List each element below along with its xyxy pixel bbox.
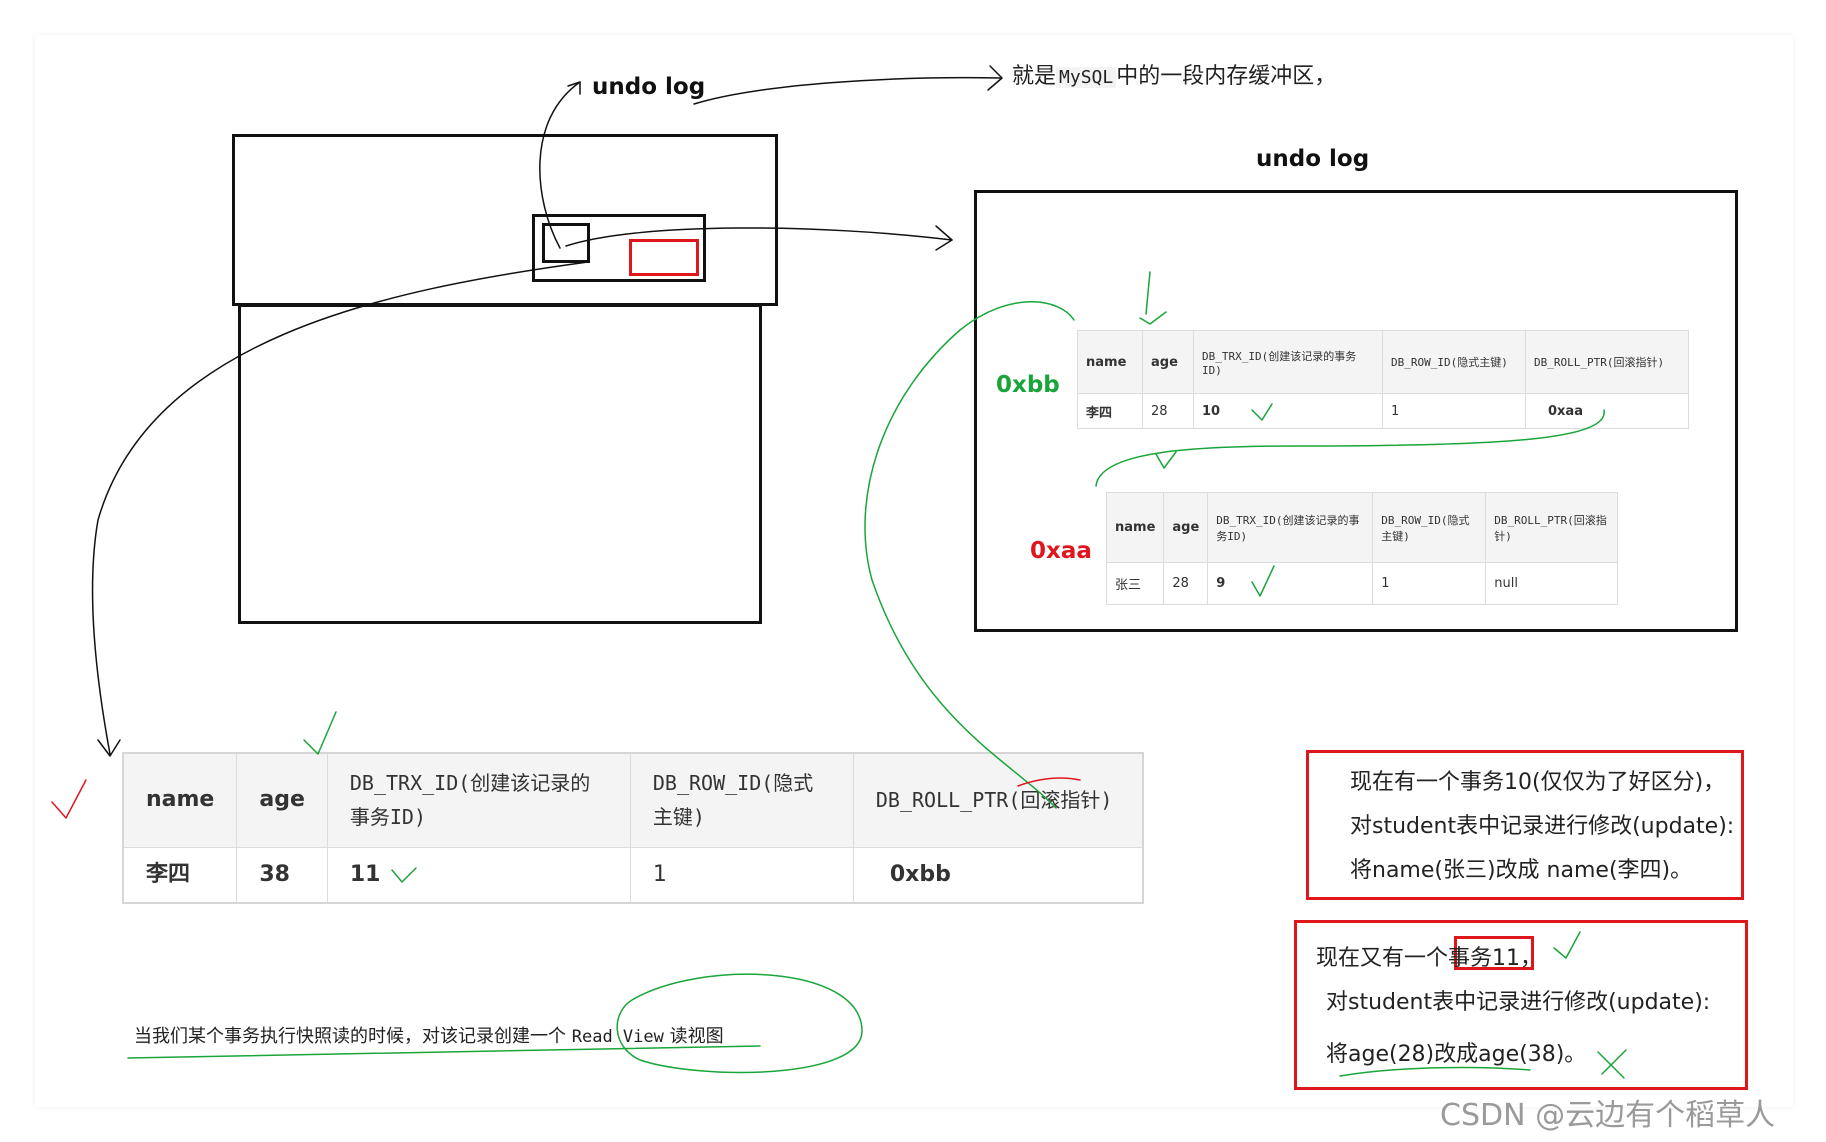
storage-box [238,304,762,624]
header-trx-id: DB_TRX_ID(创建该记录的事务ID) [1193,330,1383,394]
small-red-cell [629,239,699,276]
header-row-id: DB_ROW_ID(隐式主键) [629,752,854,848]
caption-suffix: 读视图 [669,1026,724,1047]
txn10-line-2: 对student表中记录进行修改(update): [1350,814,1735,839]
txn11-line-2: 对student表中记录进行修改(update): [1326,990,1711,1015]
table-row: 李四 38 11 1 0xbb [122,846,1144,903]
undo-record-table-1: name age DB_TRX_ID(创建该记录的事务ID) DB_ROW_ID… [1077,330,1689,429]
header-roll-ptr: DB_ROLL_PTR(回滚指针) [1485,492,1618,563]
memory-buffer-note: 就是 MySQL 中的一段内存缓冲区， [1012,58,1336,90]
cell-name: 张三 [1105,562,1165,605]
top-undo-log-label: undo log [592,74,706,100]
txn10-line-3: 将name(张三)改成 name(李四)。 [1350,858,1693,883]
header-name: name [122,752,238,848]
header-age: age [1142,330,1194,394]
header-roll-ptr: DB_ROLL_PTR(回滚指针) [1525,330,1689,394]
header-trx-id: DB_TRX_ID(创建该记录的事务ID) [1207,492,1374,563]
header-roll-ptr: DB_ROLL_PTR(回滚指针) [852,752,1144,848]
header-name: name [1105,492,1165,563]
cell-name: 李四 [1077,393,1143,429]
cell-age: 38 [236,846,328,903]
txn11-line-1: 现在又有一个事务11， [1316,946,1542,971]
table-row: 李四 28 10 1 0xaa [1077,393,1689,429]
header-row-id: DB_ROW_ID(隐式主键) [1372,492,1487,563]
cell-age: 28 [1142,393,1194,429]
cell-roll-ptr: 0xbb [852,846,1144,903]
txn10-line-1: 现在有一个事务10(仅仅为了好区分)， [1350,770,1726,795]
header-row-id: DB_ROW_ID(隐式主键) [1382,330,1526,394]
small-black-cell [542,223,590,263]
note-suffix: 中的一段内存缓冲区， [1116,64,1337,89]
cell-row-id: 1 [1372,562,1487,605]
txn11-line-3: 将age(28)改成age(38)。 [1326,1042,1587,1067]
cell-trx-id: 11 [326,846,631,903]
table-row: 张三 28 9 1 null [1105,562,1618,605]
csdn-watermark: CSDN @云边有个稻草人 [1440,1098,1776,1133]
cell-roll-ptr: 0xaa [1525,393,1689,429]
undo-record-table-2: name age DB_TRX_ID(创建该记录的事务ID) DB_ROW_ID… [1105,492,1618,605]
cell-roll-ptr: null [1485,562,1618,605]
table-header-row: name age DB_TRX_ID(创建该记录的事务ID) DB_ROW_ID… [122,752,1144,848]
header-name: name [1077,330,1143,394]
caption-code: Read View [571,1027,664,1047]
cell-row-id: 1 [1382,393,1526,429]
header-trx-id: DB_TRX_ID(创建该记录的事务ID) [326,752,631,848]
note-code: MySQL [1056,67,1117,88]
cell-trx-id: 9 [1207,562,1374,605]
cell-trx-id: 10 [1193,393,1383,429]
cell-name: 李四 [122,846,238,903]
undo-log-title: undo log [1256,146,1370,172]
read-view-caption: 当我们某个事务执行快照读的时候，对该记录创建一个 Read View 读视图 [134,1022,724,1048]
caption-text: 当我们某个事务执行快照读的时候，对该记录创建一个 [134,1026,566,1047]
address-0xbb: 0xbb [996,372,1060,398]
table-header-row: name age DB_TRX_ID(创建该记录的事务ID) DB_ROW_ID… [1105,492,1618,563]
current-record-table: name age DB_TRX_ID(创建该记录的事务ID) DB_ROW_ID… [122,752,1144,904]
note-prefix: 就是 [1012,64,1057,89]
cell-row-id: 1 [629,846,854,903]
table-header-row: name age DB_TRX_ID(创建该记录的事务ID) DB_ROW_ID… [1077,330,1689,394]
address-0xaa: 0xaa [1030,538,1092,564]
header-age: age [1163,492,1209,563]
header-age: age [236,752,328,848]
cell-age: 28 [1163,562,1209,605]
